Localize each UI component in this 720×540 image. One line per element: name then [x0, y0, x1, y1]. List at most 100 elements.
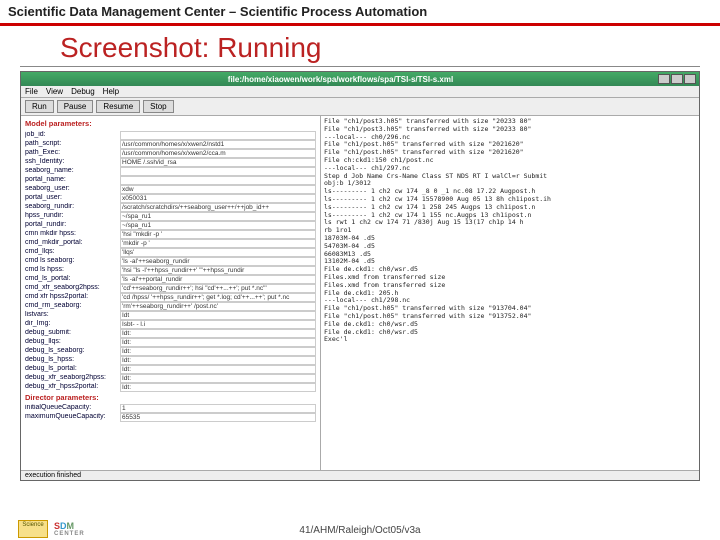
menu-debug[interactable]: Debug	[71, 87, 95, 96]
param-value[interactable]: 'ls -al'++seaborg_rundir	[120, 257, 316, 266]
banner-header: Scientific Data Management Center – Scie…	[0, 0, 720, 26]
param-row: seaborg_name:	[25, 167, 316, 176]
slide-title: Screenshot: Running	[20, 26, 700, 67]
log-line: 13102M-04 .d5	[324, 258, 696, 266]
param-row: seaborg_user:xdw	[25, 185, 316, 194]
log-line: File "ch1/post.h05" transferred with siz…	[324, 305, 696, 313]
log-line: ls--------- 1 ch2 cw 174 1 258 245 Augps…	[324, 204, 696, 212]
param-value[interactable]: 1	[120, 404, 316, 413]
log-line: ls--------- 1 ch2 cw 174 1 155 nc.Augps …	[324, 212, 696, 220]
param-value[interactable]: xdw	[120, 185, 316, 194]
param-row: initialQueueCapacity:1	[25, 404, 316, 413]
maximize-icon[interactable]	[671, 74, 683, 84]
param-row: cmd ls hpss:'hsi "ls -l'++hpss_rundir++'…	[25, 266, 316, 275]
app-window: file:/home/xiaowen/work/spa/workflows/sp…	[20, 71, 700, 481]
param-value[interactable]: Idt:	[120, 329, 316, 338]
param-row: debug_xfr_seaborg2hpss:Idt:	[25, 374, 316, 383]
log-line: obj:b 1/3012	[324, 180, 696, 188]
param-value[interactable]: Idt:	[120, 338, 316, 347]
param-label: cmd_ls_portal:	[25, 275, 120, 284]
param-label: debug_ls_portal:	[25, 365, 120, 374]
param-value[interactable]: HOME /.ssh/id_rsa	[120, 158, 316, 167]
log-line: File de.ckd1: ch0/wsr.d5	[324, 321, 696, 329]
menu-help[interactable]: Help	[103, 87, 119, 96]
log-line: 18703M-04 .d5	[324, 235, 696, 243]
param-label: seaborg_name:	[25, 167, 120, 176]
param-label: seaborg_user:	[25, 185, 120, 194]
param-value[interactable]: ~/spa_ru1	[120, 221, 316, 230]
parameters-pane: Model parameters: job_id:path_script:/us…	[21, 116, 321, 470]
param-label: debug_submit:	[25, 329, 120, 338]
param-value[interactable]: 'hsi "mkdir -p '	[120, 230, 316, 239]
param-label: path_Exec:	[25, 149, 120, 158]
menu-view[interactable]: View	[46, 87, 63, 96]
resume-button[interactable]: Resume	[96, 100, 140, 113]
param-value[interactable]: 'llqs'	[120, 248, 316, 257]
param-value[interactable]: Idt:	[120, 374, 316, 383]
param-value[interactable]: 'cd /hpss/ '++hpss_rundir++'; get *.log;…	[120, 293, 316, 302]
param-row: cmd ls seaborg:'ls -al'++seaborg_rundir	[25, 257, 316, 266]
param-value[interactable]: /scratch/scratchdirs/++seaborg_user++/++…	[120, 203, 316, 212]
log-line: File "ch1/post.h05" transferred with siz…	[324, 313, 696, 321]
param-label: cmd_xfr_seaborg2hpss:	[25, 284, 120, 293]
pause-button[interactable]: Pause	[57, 100, 94, 113]
param-value[interactable]	[120, 167, 316, 176]
param-value[interactable]: Isbt- - l.i	[120, 320, 316, 329]
param-label: cmd xfr hpss2portal:	[25, 293, 120, 302]
param-row: cmd_llqs:'llqs'	[25, 248, 316, 257]
param-label: seaborg_rundir:	[25, 203, 120, 212]
param-value[interactable]	[120, 176, 316, 185]
close-icon[interactable]	[684, 74, 696, 84]
param-row: debug_ls_portal:Idt:	[25, 365, 316, 374]
param-row: portal_rundir:~/spa_ru1	[25, 221, 316, 230]
param-value[interactable]: 'mkdir -p '	[120, 239, 316, 248]
param-label: debug_llqs:	[25, 338, 120, 347]
param-label: dir_Img:	[25, 320, 120, 329]
param-label: maximumQueueCapacity:	[25, 413, 120, 422]
param-value[interactable]: Idt:	[120, 356, 316, 365]
param-value[interactable]: 'hsi "ls -l'++hpss_rundir++' "'++hpss_ru…	[120, 266, 316, 275]
param-row: cmn mkdir hpss:'hsi "mkdir -p '	[25, 230, 316, 239]
log-line: ---local--- ch0/296.nc	[324, 134, 696, 142]
param-value[interactable]: 65535	[120, 413, 316, 422]
log-line: File de.ckd1: ch0/wsr.d5	[324, 266, 696, 274]
param-row: cmd_ls_portal:'ls -al'++portal_rundir	[25, 275, 316, 284]
param-value[interactable]: Idt:	[120, 383, 316, 392]
menubar: File View Debug Help	[21, 86, 699, 98]
param-label: debug_xfr_seaborg2hpss:	[25, 374, 120, 383]
menu-file[interactable]: File	[25, 87, 38, 96]
param-row: seaborg_rundir:/scratch/scratchdirs/++se…	[25, 203, 316, 212]
log-line: Exec'l	[324, 336, 696, 344]
param-value[interactable]: ~/spa_ru1	[120, 212, 316, 221]
param-value[interactable]: Idt:	[120, 365, 316, 374]
status-bar: execution finished	[21, 470, 699, 480]
param-value[interactable]: Idt	[120, 311, 316, 320]
model-params-header: Model parameters:	[25, 120, 316, 129]
param-label: job_id:	[25, 131, 120, 140]
param-value[interactable]: 'cd'++seaborg_rundir++'; hsi "cd'++...++…	[120, 284, 316, 293]
param-value[interactable]: /usr/common/homes/x/xwen2/cca.m	[120, 149, 316, 158]
window-title: file:/home/xiaowen/work/spa/workflows/sp…	[24, 75, 657, 84]
param-label: cmd_mkdir_portal:	[25, 239, 120, 248]
param-label: hpss_rundir:	[25, 212, 120, 221]
param-label: ssh_Identity:	[25, 158, 120, 167]
param-value[interactable]: 'ls -al'++portal_rundir	[120, 275, 316, 284]
log-line: ls rwt 1 ch2 cw 174 71 /830j Aug 15 13(1…	[324, 219, 696, 227]
stop-button[interactable]: Stop	[143, 100, 173, 113]
content-area: Model parameters: job_id:path_script:/us…	[21, 116, 699, 470]
param-value[interactable]: Idt:	[120, 347, 316, 356]
param-row: debug_xfr_hpss2portal:Idt:	[25, 383, 316, 392]
param-label: portal_rundir:	[25, 221, 120, 230]
param-value[interactable]: x050031	[120, 194, 316, 203]
param-value[interactable]: 'rm'++seaborg_rundir++' /post.nc'	[120, 302, 316, 311]
titlebar: file:/home/xiaowen/work/spa/workflows/sp…	[21, 72, 699, 86]
param-label: cmd_rm_seaborg:	[25, 302, 120, 311]
param-row: path_Exec:/usr/common/homes/x/xwen2/cca.…	[25, 149, 316, 158]
run-button[interactable]: Run	[25, 100, 54, 113]
param-row: listvars:Idt	[25, 311, 316, 320]
minimize-icon[interactable]	[658, 74, 670, 84]
param-value[interactable]: /usr/common/homes/x/xwen2/nstd1	[120, 140, 316, 149]
log-line: ls--------- 1 ch2 cw 174 _8 0 _1 nc.08 1…	[324, 188, 696, 196]
param-row: job_id:	[25, 131, 316, 140]
param-value[interactable]	[120, 131, 316, 140]
